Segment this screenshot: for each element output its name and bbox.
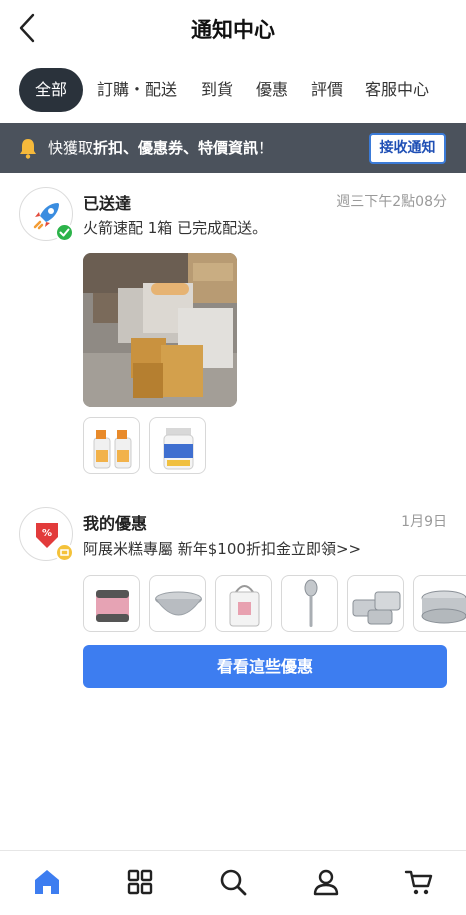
page-title: 通知中心 <box>191 18 275 42</box>
product-thumbnail[interactable] <box>149 417 206 474</box>
product-thumbnail[interactable] <box>83 417 140 474</box>
tab-order-delivery[interactable]: 訂購・配送 <box>97 68 177 112</box>
product-thumbnail[interactable] <box>215 575 272 632</box>
notification-body: 火箭速配 1箱 已完成配送。 <box>83 219 268 237</box>
category-tabs: 全部 訂購・配送 到貨 優惠 評價 客服中心 <box>0 64 466 114</box>
product-thumbnail[interactable] <box>83 575 140 632</box>
product-thumbnail[interactable] <box>413 575 466 632</box>
banner-text-emphasis: 折扣、優惠券、特價資訊 <box>93 139 259 157</box>
user-icon[interactable] <box>311 867 341 897</box>
cart-icon[interactable] <box>404 867 434 897</box>
notification-body: 阿展米糕專屬 新年$100折扣金立即領>> <box>83 540 362 558</box>
bottom-navigation <box>0 850 466 915</box>
banner-text: 快獲取折扣、優惠券、特價資訊！ <box>48 123 273 173</box>
notification-banner: 快獲取折扣、優惠券、特價資訊！ 接收通知 <box>0 123 466 173</box>
tab-customer-service[interactable]: 客服中心 <box>365 68 429 112</box>
check-badge-icon <box>55 223 74 242</box>
tab-reviews[interactable]: 評價 <box>311 68 343 112</box>
tab-all[interactable]: 全部 <box>19 68 83 112</box>
home-icon[interactable] <box>32 867 62 897</box>
product-thumbnail[interactable] <box>347 575 404 632</box>
search-icon[interactable] <box>218 867 248 897</box>
bell-icon <box>20 139 36 159</box>
notification-time: 週三下午2點08分 <box>336 194 447 210</box>
notification-time: 1月9日 <box>401 514 447 530</box>
banner-text-prefix: 快獲取 <box>48 139 94 157</box>
notification-title: 已送達 <box>83 194 132 213</box>
view-offers-button[interactable]: 看看這些優惠 <box>83 645 447 688</box>
enable-notifications-button[interactable]: 接收通知 <box>369 133 446 164</box>
delivery-photo[interactable] <box>83 253 237 407</box>
banner-text-suffix: ！ <box>258 139 274 157</box>
grid-icon[interactable] <box>125 867 155 897</box>
tab-arrival[interactable]: 到貨 <box>201 68 233 112</box>
top-bar: 通知中心 <box>0 0 466 58</box>
product-thumbnail[interactable] <box>281 575 338 632</box>
coupon-badge-icon <box>55 543 74 562</box>
tab-offers[interactable]: 優惠 <box>256 68 288 112</box>
svg-text:%: % <box>42 528 52 539</box>
product-thumbnail[interactable] <box>149 575 206 632</box>
notification-title: 我的優惠 <box>83 514 148 533</box>
